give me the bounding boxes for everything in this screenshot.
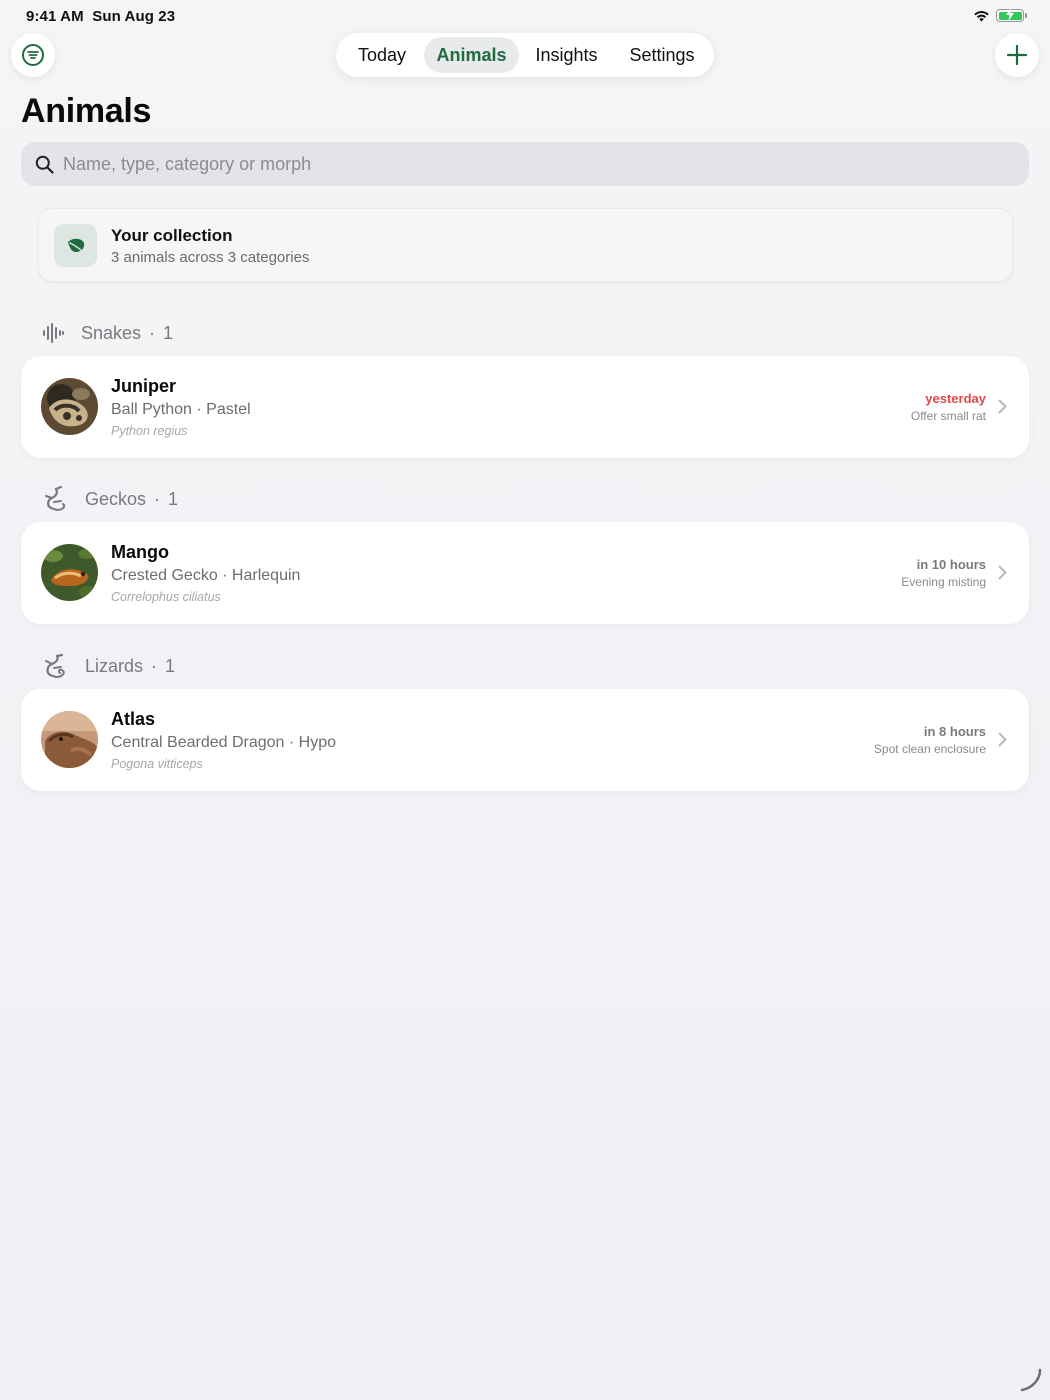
add-animal-button[interactable] bbox=[995, 33, 1039, 77]
chevron-right-icon bbox=[998, 732, 1007, 747]
animal-breed: Ball Python · Pastel bbox=[111, 401, 251, 418]
battery-charging-icon bbox=[996, 8, 1027, 22]
animal-name: Atlas bbox=[111, 709, 156, 729]
section-header-snakes: Snakes · 1 bbox=[41, 320, 173, 346]
lizard-icon bbox=[45, 653, 65, 678]
filter-menu-button[interactable] bbox=[11, 33, 55, 77]
tab-insights[interactable]: Insights bbox=[519, 37, 614, 73]
animal-scientific-name: Python regius bbox=[111, 424, 188, 438]
chevron-right-icon bbox=[998, 399, 1007, 414]
snake-icon bbox=[43, 323, 64, 343]
section-name: Lizards bbox=[85, 655, 144, 676]
next-task-label: Spot clean enclosure bbox=[873, 742, 986, 756]
status-date-text: Sun Aug 23 bbox=[92, 8, 176, 25]
animal-name: Mango bbox=[111, 542, 169, 562]
status-bar: 9:41 AM Sun Aug 23 bbox=[0, 0, 1050, 34]
next-task-label: Evening misting bbox=[901, 575, 986, 589]
page-title: Animals bbox=[21, 92, 152, 130]
next-task-due: yesterday bbox=[925, 391, 986, 406]
animal-avatar bbox=[41, 711, 98, 768]
animal-breed: Central Bearded Dragon · Hypo bbox=[111, 734, 337, 751]
section-count: 1 bbox=[168, 488, 179, 509]
animal-avatar bbox=[41, 378, 98, 435]
section-separator: · bbox=[149, 322, 156, 343]
section-count: 1 bbox=[163, 322, 174, 343]
section-count: 1 bbox=[165, 655, 176, 676]
leaf-icon bbox=[54, 224, 97, 267]
collection-summary-card: Your collection 3 animals across 3 categ… bbox=[38, 208, 1013, 282]
gecko-icon bbox=[45, 486, 66, 511]
section-header-geckos: Geckos · 1 bbox=[41, 486, 178, 512]
search-bar[interactable] bbox=[21, 142, 1029, 186]
tab-settings[interactable]: Settings bbox=[614, 37, 710, 73]
tab-today[interactable]: Today bbox=[340, 37, 424, 73]
resize-handle-icon[interactable] bbox=[1018, 1368, 1044, 1394]
status-time: 9:41 AM Sun Aug 23 bbox=[26, 8, 175, 25]
tab-animals[interactable]: Animals bbox=[424, 37, 519, 73]
animal-name: Juniper bbox=[111, 376, 177, 396]
animal-scientific-name: Pogona vitticeps bbox=[111, 757, 203, 771]
search-input[interactable] bbox=[63, 153, 963, 175]
animal-row-atlas[interactable]: Atlas Central Bearded Dragon · Hypo Pogo… bbox=[21, 689, 1029, 791]
status-icons bbox=[973, 8, 1027, 22]
collection-title: Your collection bbox=[111, 226, 233, 245]
animal-row-juniper[interactable]: Juniper Ball Python · Pastel Python regi… bbox=[21, 356, 1029, 458]
search-icon bbox=[35, 155, 54, 174]
next-task-label: Offer small rat bbox=[910, 409, 986, 423]
section-name: Snakes bbox=[81, 322, 142, 343]
status-time-text: 9:41 AM bbox=[26, 8, 84, 25]
wifi-icon bbox=[974, 10, 989, 21]
section-separator: · bbox=[154, 488, 161, 509]
animal-scientific-name: Correlophus ciliatus bbox=[111, 590, 221, 604]
next-task-due: in 8 hours bbox=[923, 724, 986, 739]
animal-avatar bbox=[41, 544, 98, 601]
collection-subtitle: 3 animals across 3 categories bbox=[111, 249, 310, 266]
animal-breed: Crested Gecko · Harlequin bbox=[111, 567, 301, 584]
section-header-lizards: Lizards · 1 bbox=[41, 653, 175, 679]
animal-row-mango[interactable]: Mango Crested Gecko · Harlequin Correlop… bbox=[21, 522, 1029, 624]
next-task-due: in 10 hours bbox=[916, 557, 986, 572]
plus-icon bbox=[1006, 44, 1028, 66]
filter-list-icon bbox=[22, 44, 44, 66]
section-separator: · bbox=[151, 655, 158, 676]
top-tab-bar: Today Animals Insights Settings bbox=[336, 33, 714, 77]
chevron-right-icon bbox=[998, 565, 1007, 580]
section-name: Geckos bbox=[85, 488, 147, 509]
